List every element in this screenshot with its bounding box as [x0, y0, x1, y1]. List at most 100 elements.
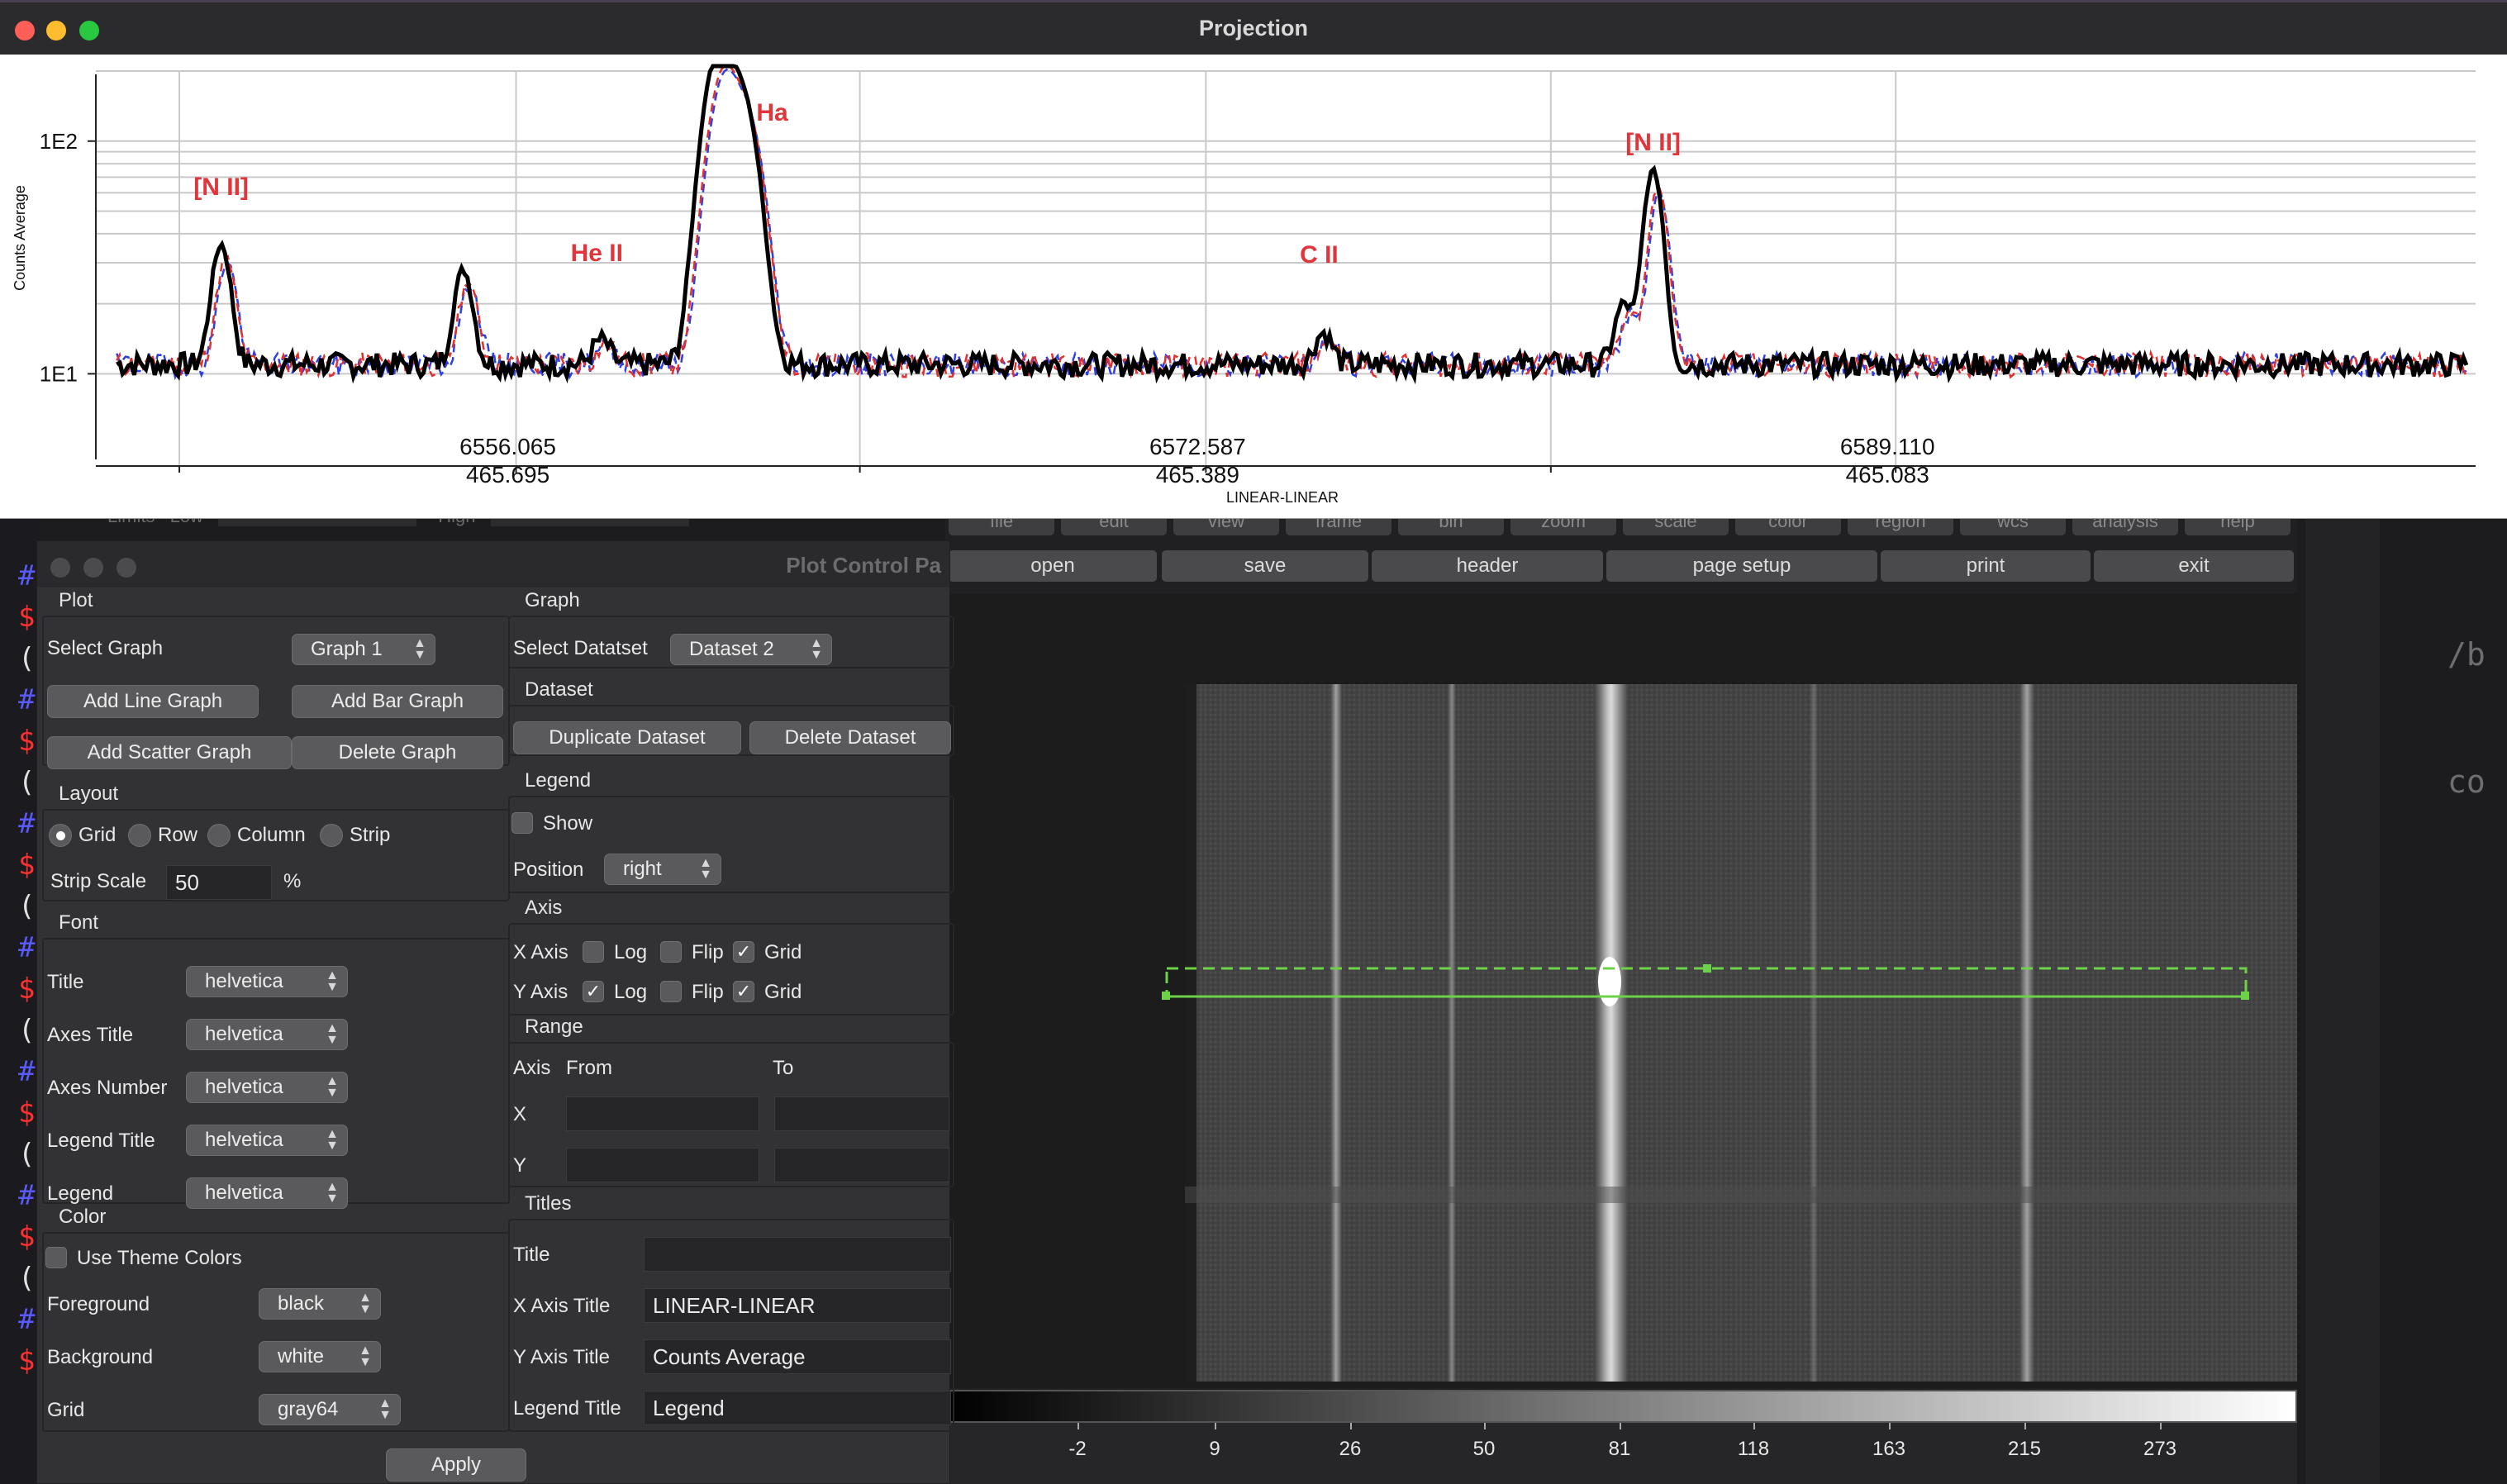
range-y-from-input[interactable] [566, 1148, 759, 1182]
delete-dataset-button[interactable]: Delete Dataset [749, 721, 951, 754]
title-input[interactable] [644, 1237, 951, 1272]
delete-graph-button[interactable]: Delete Graph [292, 736, 503, 769]
legend-show-checkbox[interactable] [511, 812, 533, 834]
color-row-label: Grid [47, 1399, 85, 1421]
font-select[interactable]: helvetica ▲ ▼ [186, 1177, 348, 1209]
background-text: /b [2448, 636, 2486, 673]
open-button[interactable]: open [949, 550, 1157, 582]
dataset-section-header: Dataset [525, 678, 593, 701]
colorbar-tick-label: 273 [2143, 1438, 2177, 1460]
font-select-value: helvetica [205, 1076, 283, 1098]
color-select[interactable]: black ▲ ▼ [259, 1288, 381, 1320]
terminal-glyph: # [18, 683, 36, 716]
y-axis-title-input[interactable]: Counts Average [644, 1339, 951, 1374]
font-select-value: helvetica [205, 970, 283, 992]
duplicate-dataset-button[interactable]: Duplicate Dataset [513, 721, 741, 754]
add-scatter-graph-button[interactable]: Add Scatter Graph [47, 736, 292, 769]
terminal-glyph: $ [18, 973, 36, 1006]
layout-grid-radio[interactable] [49, 824, 72, 847]
add-bar-graph-button[interactable]: Add Bar Graph [292, 685, 503, 718]
spectrum-series-1 [116, 64, 2469, 385]
plot-section-header: Plot [59, 589, 93, 611]
legend-title-input[interactable]: Legend [644, 1391, 951, 1425]
terminal-glyph: ( [18, 1138, 36, 1171]
legend-position-label: Position [513, 859, 584, 881]
y-log-checkbox[interactable]: ✓ [583, 981, 604, 1002]
terminal-glyph: # [18, 807, 36, 840]
select-dataset-dropdown[interactable]: Dataset 2 ▲ ▼ [670, 634, 832, 665]
save-button[interactable]: save [1162, 550, 1368, 582]
spectrum-image[interactable] [1185, 684, 2297, 1382]
zoom-icon[interactable] [117, 558, 136, 578]
select-graph-dropdown[interactable]: Graph 1 ▲ ▼ [292, 634, 435, 665]
y-grid-checkbox[interactable]: ✓ [733, 981, 754, 1002]
terminal-glyph: # [18, 1179, 36, 1212]
updown-icon: ▲ ▼ [326, 1021, 339, 1047]
background-text: co [2448, 763, 2486, 800]
updown-icon: ▲ ▼ [810, 636, 823, 662]
font-select-value: helvetica [205, 1182, 283, 1204]
x-grid-checkbox[interactable]: ✓ [733, 941, 754, 963]
page-setup-button[interactable]: page setup [1606, 550, 1877, 582]
header-button[interactable]: header [1372, 550, 1603, 582]
color-select[interactable]: white ▲ ▼ [259, 1341, 381, 1372]
range-x-from-input[interactable] [566, 1096, 759, 1131]
line-annotation: Ha [756, 99, 788, 126]
updown-icon: ▲ ▼ [378, 1396, 392, 1422]
color-select[interactable]: gray64 ▲ ▼ [259, 1394, 401, 1425]
close-icon[interactable] [50, 558, 70, 578]
colorbar-tick-label: 9 [1209, 1438, 1220, 1460]
updown-icon: ▲ ▼ [326, 968, 339, 994]
apply-button[interactable]: Apply [386, 1448, 526, 1482]
range-section-header: Range [525, 1015, 583, 1038]
range-x-to-input[interactable] [774, 1096, 949, 1131]
x-axis-title-label: X Axis Title [513, 1295, 611, 1317]
colorbar[interactable] [945, 1390, 2297, 1423]
x-flip-checkbox[interactable] [660, 941, 682, 963]
strip-scale-input[interactable]: 50 [166, 865, 272, 900]
line-annotation: C II [1300, 241, 1339, 269]
y-axis-title: Counts Average [12, 185, 28, 291]
x-log-checkbox[interactable] [583, 941, 604, 963]
x-tick-label-secondary: 465.083 [1846, 462, 1929, 488]
y-tick-label: 1E1 [40, 361, 78, 386]
terminal-glyph: ( [18, 890, 36, 923]
font-select[interactable]: helvetica ▲ ▼ [186, 1125, 348, 1156]
colorbar-tick-mark [2160, 1423, 2162, 1429]
colorbar-tick-mark [1620, 1423, 1621, 1429]
colorbar-tick-mark [1350, 1423, 1352, 1429]
layout-strip-radio[interactable] [320, 824, 343, 847]
projection-region[interactable] [1157, 958, 2264, 1005]
terminal-glyph: # [18, 1303, 36, 1336]
color-row-label: Background [47, 1346, 154, 1368]
minimize-icon[interactable] [83, 558, 103, 578]
projection-chart[interactable]: 1E1 1E2 6556.065 465.695 6572.587 465.389 6589… [0, 55, 2507, 519]
legend-position-dropdown[interactable]: right ▲ ▼ [604, 854, 721, 885]
y-log-label: Log [614, 981, 648, 1003]
graph-section-header: Graph [525, 589, 580, 611]
print-button[interactable]: print [1881, 550, 2091, 582]
exit-button[interactable]: exit [2094, 550, 2294, 582]
y-flip-checkbox[interactable] [660, 981, 682, 1002]
strip-scale-label: Strip Scale [50, 870, 147, 892]
x-axis-title-input[interactable]: LINEAR-LINEAR [644, 1288, 951, 1323]
x-tick-label-secondary: 465.389 [1156, 462, 1239, 488]
x-tick-label: 6589.110 [1840, 434, 1935, 459]
x-axis-label: X Axis [513, 941, 568, 963]
colorbar-tick-mark [1753, 1423, 1755, 1429]
font-select[interactable]: helvetica ▲ ▼ [186, 966, 348, 997]
strip-scale-unit: % [283, 870, 302, 892]
projection-window: Projection 1E1 1E2 6556.065 465.695 6572.587… [0, 0, 2507, 519]
font-select[interactable]: helvetica ▲ ▼ [186, 1019, 348, 1050]
range-axis-label: Axis [513, 1057, 551, 1079]
font-select[interactable]: helvetica ▲ ▼ [186, 1072, 348, 1103]
layout-row-radio[interactable] [128, 824, 151, 847]
updown-icon: ▲ ▼ [359, 1344, 372, 1369]
add-line-graph-button[interactable]: Add Line Graph [47, 685, 259, 718]
colorbar-tick-label: 50 [1472, 1438, 1496, 1460]
layout-column-radio[interactable] [207, 824, 231, 847]
colorbar-tick-mark [2024, 1423, 2026, 1429]
select-dataset-value: Dataset 2 [689, 638, 774, 660]
use-theme-colors-checkbox[interactable] [45, 1247, 67, 1268]
range-y-to-input[interactable] [774, 1148, 949, 1182]
